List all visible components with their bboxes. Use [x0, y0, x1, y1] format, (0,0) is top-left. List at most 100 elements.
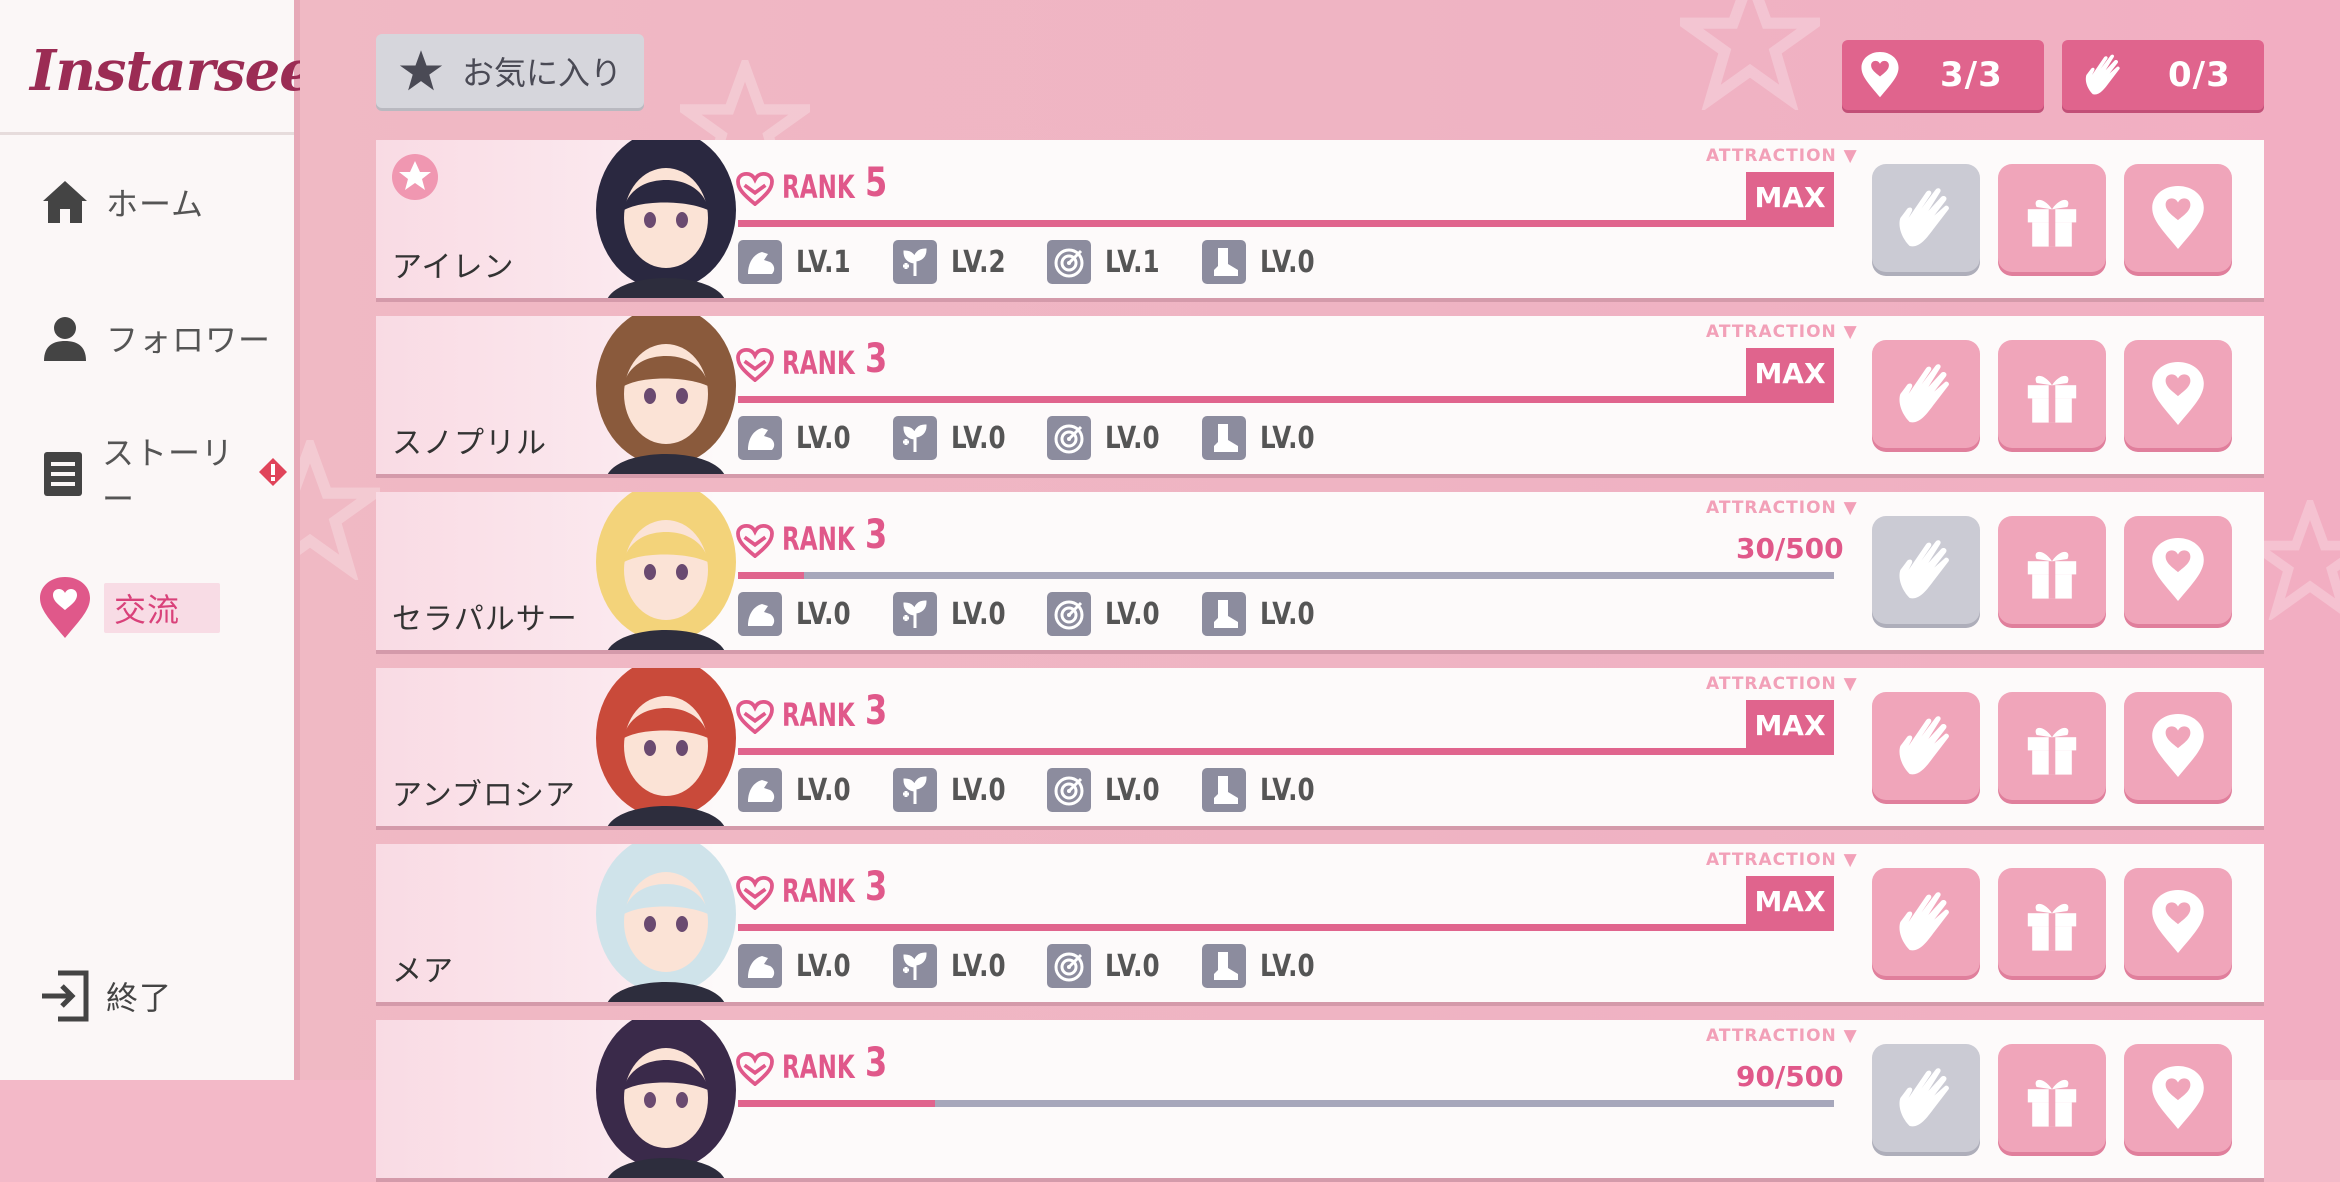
stat-item: LV.0 [1201, 240, 1327, 284]
heart-pin-icon [2150, 185, 2206, 251]
stat-item: LV.0 [892, 592, 1018, 636]
stat-item: LV.0 [1201, 944, 1327, 988]
sidebar-item-label: ストーリー [102, 434, 235, 518]
caret-down-icon: ▼ [1843, 498, 1858, 518]
rank-display: RANK 3 [736, 512, 893, 558]
character-row[interactable]: アンブロシア RANK 3 ATTRACTION ▼ MAX LV.0 LV.0 LV.0 LV… [376, 668, 2264, 830]
attraction-label: ATTRACTION [1706, 498, 1837, 518]
wave-button[interactable] [1872, 340, 1980, 448]
heart-pin-button[interactable] [2124, 692, 2232, 800]
rank-display: RANK 3 [736, 336, 893, 382]
heart-pin-icon [2150, 537, 2206, 603]
attraction-dropdown[interactable]: ATTRACTION ▼ [1706, 146, 1858, 166]
wave-button[interactable] [1872, 692, 1980, 800]
rank-display: RANK 3 [736, 1040, 893, 1086]
gift-button[interactable] [1998, 340, 2106, 448]
heart-pin-button[interactable] [2124, 516, 2232, 624]
stat-item: LV.1 [1047, 240, 1172, 284]
sidebar-item-label: フォロワー [106, 321, 272, 359]
character-row[interactable]: セラパルサー RANK 3 ATTRACTION ▼ 30/500 LV.0 LV.0 LV.… [376, 492, 2264, 654]
stat-level: LV.1 [1105, 244, 1160, 280]
wave-hand-icon [1891, 1063, 1961, 1133]
wave-button[interactable] [1872, 868, 1980, 976]
sidebar-item-home[interactable]: ホーム [38, 172, 288, 232]
caret-down-icon: ▼ [1843, 674, 1858, 694]
stat-item: LV.2 [892, 240, 1018, 284]
rank-label: RANK [782, 520, 855, 558]
sidebar-item-story[interactable]: ストーリー [38, 434, 288, 518]
target-icon [1047, 592, 1092, 636]
wave-button[interactable] [1872, 1044, 1980, 1152]
character-row[interactable]: スノプリル RANK 3 ATTRACTION ▼ MAX LV.0 LV.0 LV.0 LV.… [376, 316, 2264, 478]
character-row[interactable]: メア RANK 3 ATTRACTION ▼ MAX LV.0 LV.0 LV.0 LV.0 [376, 844, 2264, 1006]
heart-count: 3/3 [1940, 55, 2003, 95]
heart-pin-button[interactable] [2124, 164, 2232, 272]
stat-level: LV.0 [1259, 244, 1315, 280]
stat-level: LV.0 [1105, 420, 1160, 456]
target-icon [1047, 416, 1092, 460]
stat-level: LV.0 [1105, 948, 1160, 984]
muscle-icon [738, 592, 782, 636]
attraction-label: ATTRACTION [1706, 322, 1837, 342]
gift-button[interactable] [1998, 1044, 2106, 1152]
heart-pin-button[interactable] [2124, 868, 2232, 976]
favorites-button[interactable]: お気に入り [376, 34, 644, 108]
boot-icon [1201, 416, 1246, 460]
attraction-dropdown[interactable]: ATTRACTION ▼ [1706, 674, 1858, 694]
wave-button[interactable] [1872, 164, 1980, 272]
gift-button[interactable] [1998, 516, 2106, 624]
sprout-icon [892, 240, 937, 284]
rank-value: 3 [864, 864, 888, 910]
target-icon [1047, 944, 1092, 988]
wave-button[interactable] [1872, 516, 1980, 624]
attraction-dropdown[interactable]: ATTRACTION ▼ [1706, 498, 1858, 518]
boot-icon [1201, 240, 1246, 284]
stat-level: LV.0 [1259, 772, 1315, 808]
character-row[interactable]: RANK 3 ATTRACTION ▼ 90/500 [376, 1020, 2264, 1182]
sidebar-item-interaction[interactable]: 交流 [38, 577, 288, 638]
stat-item: LV.0 [892, 416, 1018, 460]
stat-levels: LV.0 LV.0 LV.0 LV.0 [738, 592, 1356, 636]
attraction-dropdown[interactable]: ATTRACTION ▼ [1706, 1026, 1858, 1046]
sprout-icon [892, 944, 937, 988]
stat-level: LV.0 [1259, 420, 1315, 456]
stat-item: LV.0 [738, 768, 863, 812]
attraction-progress-fill [738, 924, 1834, 931]
attraction-dropdown[interactable]: ATTRACTION ▼ [1706, 850, 1858, 870]
attraction-max-badge: MAX [1746, 348, 1834, 398]
stat-item: LV.0 [1047, 416, 1172, 460]
stat-level: LV.0 [950, 420, 1006, 456]
rank-value: 3 [864, 336, 888, 382]
gift-button[interactable] [1998, 692, 2106, 800]
character-row[interactable]: アイレン RANK 5 ATTRACTION ▼ MAX LV.1 LV.2 LV.1 LV.0 [376, 140, 2264, 302]
rank-label: RANK [782, 872, 855, 910]
attraction-progress-text: 90/500 [1736, 1060, 1844, 1093]
gift-button[interactable] [1998, 164, 2106, 272]
sprout-icon [892, 592, 937, 636]
stat-level: LV.0 [1105, 772, 1160, 808]
heart-icon [736, 876, 774, 910]
heart-pin-icon [2150, 713, 2206, 779]
stat-item: LV.0 [1047, 944, 1172, 988]
attraction-dropdown[interactable]: ATTRACTION ▼ [1706, 322, 1858, 342]
attraction-progress-fill [738, 396, 1834, 403]
stat-item: LV.0 [1201, 768, 1327, 812]
stat-levels: LV.0 LV.0 LV.0 LV.0 [738, 416, 1356, 460]
muscle-icon [738, 416, 782, 460]
attraction-progress-bar [738, 748, 1834, 755]
heart-pin-button[interactable] [2124, 340, 2232, 448]
character-name: メア [392, 954, 454, 989]
heart-pin-button[interactable] [2124, 1044, 2232, 1152]
sidebar-item-followers[interactable]: フォロワー [38, 308, 288, 368]
stat-item: LV.0 [738, 592, 863, 636]
wave-hand-icon [1891, 887, 1961, 957]
attraction-progress-bar [738, 572, 1834, 579]
exit-button[interactable]: 終了 [38, 966, 288, 1026]
stat-item: LV.0 [1201, 592, 1327, 636]
exit-label: 終了 [106, 979, 173, 1017]
background-star-decoration [300, 440, 380, 580]
rank-label: RANK [782, 1048, 855, 1086]
sprout-icon [892, 768, 937, 812]
gift-button[interactable] [1998, 868, 2106, 976]
target-icon [1047, 768, 1092, 812]
